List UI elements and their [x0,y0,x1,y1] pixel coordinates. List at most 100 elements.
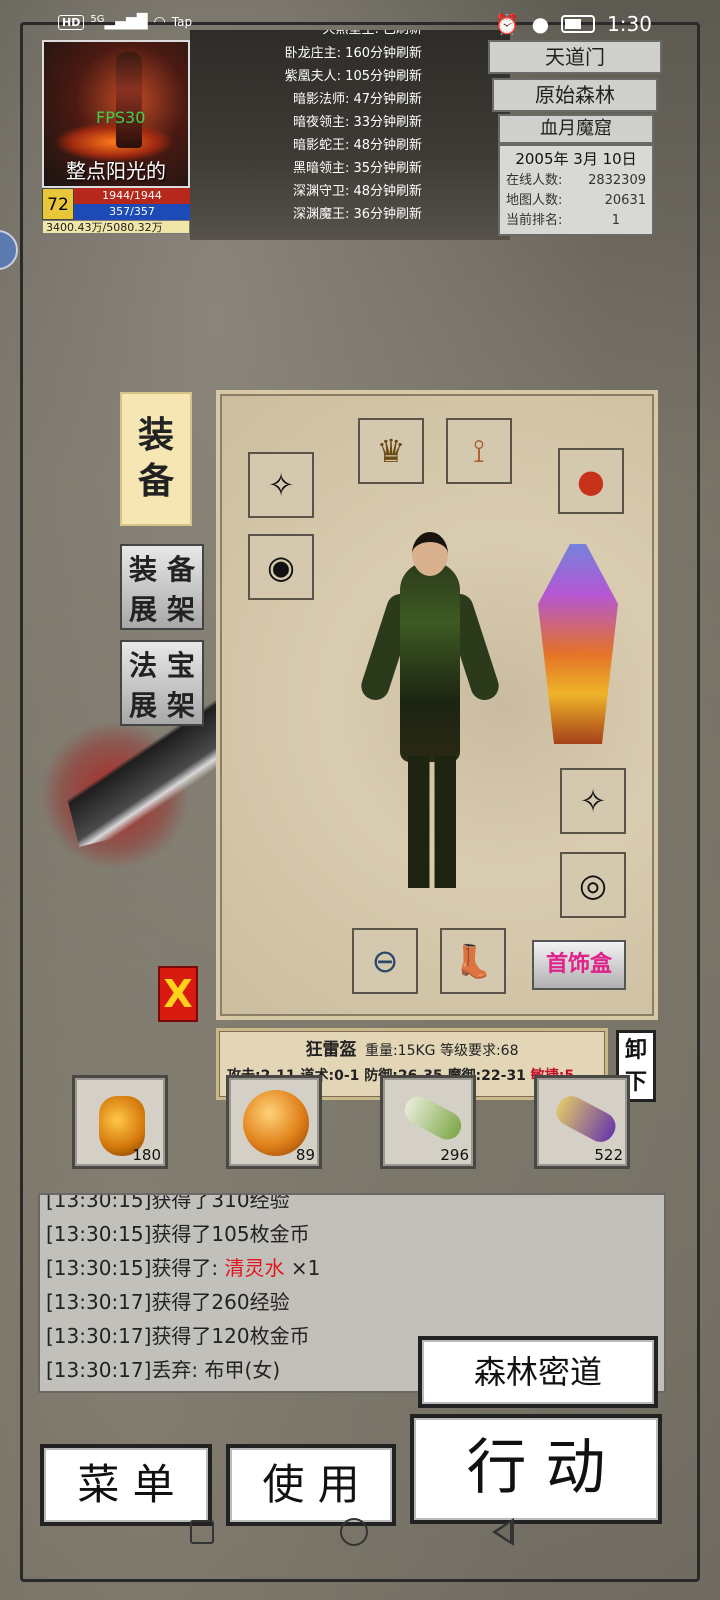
log-time: [13:30:15] [46,1222,152,1246]
wifi-icon: ◠ [153,14,166,30]
bracelet-icon: ✧ [579,782,607,820]
boots-icon: 👢 [453,942,493,980]
log-time: [13:30:15] [46,1193,152,1212]
item-count: 296 [440,1146,469,1164]
log-line: [13:30:17]获得了260经验 [46,1285,658,1319]
btn-char: 备 [166,553,195,586]
log-text: 丢弃: 布甲(女) [151,1358,281,1382]
tab-char: 装 [137,415,174,456]
battery-icon [561,15,596,33]
mp-bar: 357/357 [74,204,190,220]
clock: 1:30 [607,12,652,36]
log-text: 获得了310经验 [151,1193,290,1212]
close-button[interactable]: X [158,966,198,1022]
log-time: [13:30:17] [46,1290,152,1314]
system-navigation-bar [0,1510,720,1554]
belt-slot[interactable]: ⊖ [352,928,418,994]
quick-item-slot[interactable]: 180 [72,1075,168,1169]
fps-counter: FPS30 [96,108,146,127]
online-label: 在线人数: [506,173,563,188]
dungeon-button[interactable]: 血月魔窟 [498,114,654,144]
character-model [357,532,503,890]
log-text: 获得了260经验 [151,1290,290,1314]
btn-char: 架 [166,689,195,722]
ring-icon: ◉ [267,548,295,586]
helmet-slot[interactable]: ♛ [358,418,424,484]
rank-label: 当前排名: [506,213,563,228]
treasure-shelf-button[interactable]: 法 宝 展 架 [120,640,204,726]
btn-char: 法 [128,649,157,682]
boss-timer: 天煞堂主: 已刷新 [262,30,422,42]
game-date: 2005年 3月 10日 [515,150,637,168]
log-text: 获得了120枚金币 [151,1324,310,1348]
item-level-req: 等级要求:68 [439,1043,519,1059]
action-button[interactable]: 行 动 [410,1414,662,1524]
online-value: 2832309 [588,173,646,188]
back-icon[interactable] [492,1518,514,1546]
area-button[interactable]: 原始森林 [492,78,658,112]
log-line: [13:30:15]获得了310经验 [46,1193,658,1217]
location-icon: ● [531,12,550,36]
btn-char: 展 [128,689,157,722]
tab-char: 备 [137,461,174,502]
player-stats: 72 1944/1944 357/357 3400.43万/5080.32万 [42,188,190,234]
boss-timer: 暗影蛇王: 48分钟刷新 [292,138,422,153]
tap-indicator: Tap [171,15,193,29]
equipment-tab[interactable]: 装 备 [120,392,192,526]
medal-slot[interactable]: ● [558,448,624,514]
boss-timer: 紫凰夫人: 105分钟刷新 [284,69,422,84]
character-legs [408,756,456,888]
bracelet-left-slot[interactable]: ✧ [248,452,314,518]
log-time: [13:30:15] [46,1256,152,1280]
map-value: 20631 [604,193,646,208]
boss-timer-list: 天煞堂主: 已刷新 卧龙庄主: 160分钟刷新 紫凰夫人: 105分钟刷新 暗影… [262,30,422,226]
character-head [412,532,448,576]
log-line: [13:30:15]获得了: 清灵水 ×1 [46,1251,658,1285]
btn-char: 卸 [624,1038,647,1063]
green-scroll-icon [399,1091,467,1145]
quick-item-slot[interactable]: 296 [380,1075,476,1169]
item-count: 89 [295,1146,315,1164]
btn-char: 宝 [166,649,195,682]
jewelry-box-button[interactable]: 首饰盒 [532,940,626,990]
necklace-slot[interactable]: ⟟ [446,418,512,484]
quick-item-slot[interactable]: 89 [226,1075,322,1169]
signal-icon: 5G▂▄▆█ [90,14,148,30]
log-text: 获得了: [151,1256,225,1280]
player-portrait[interactable]: FPS30 整点阳光的 [42,40,190,188]
player-name: 整点阳光的 [66,159,166,183]
boss-timer: 黑暗领主: 35分钟刷新 [292,161,422,176]
equipment-shelf-button[interactable]: 装 备 展 架 [120,544,204,630]
ring-left-slot[interactable]: ◉ [248,534,314,600]
btn-char: 展 [128,593,157,626]
log-line: [13:30:15]获得了105枚金币 [46,1217,658,1251]
sect-button[interactable]: 天道门 [488,40,662,74]
log-text: 获得了105枚金币 [151,1222,310,1246]
ring-icon: ◎ [579,866,607,904]
secret-path-button[interactable]: 森林密道 [418,1336,658,1408]
armor-body [400,562,460,762]
quick-item-slot[interactable]: 522 [534,1075,630,1169]
log-time: [13:30:17] [46,1358,152,1382]
log-time: [13:30:17] [46,1324,152,1348]
item-weight: 重量:15KG [364,1043,436,1059]
boss-timer: 卧龙庄主: 160分钟刷新 [284,46,422,61]
helmet-icon: ♛ [376,432,406,470]
item-count: 180 [132,1146,161,1164]
belt-icon: ⊖ [371,942,399,980]
home-icon[interactable] [340,1518,368,1546]
btn-char: 装 [128,553,157,586]
level-badge: 72 [42,188,74,220]
log-item-name: 清灵水 [224,1256,285,1280]
rank-value: 1 [611,213,620,228]
bracelet-icon: ✧ [267,466,295,504]
boots-slot[interactable]: 👢 [440,928,506,994]
recent-apps-icon[interactable] [190,1520,214,1544]
alarm-icon: ⏰ [494,12,520,36]
map-label: 地图人数: [506,193,563,208]
orb-icon: ● [577,462,605,500]
bracelet-right-slot[interactable]: ✧ [560,768,626,834]
character-avatar [116,52,142,148]
ring-right-slot[interactable]: ◎ [560,852,626,918]
item-count: 522 [594,1146,623,1164]
